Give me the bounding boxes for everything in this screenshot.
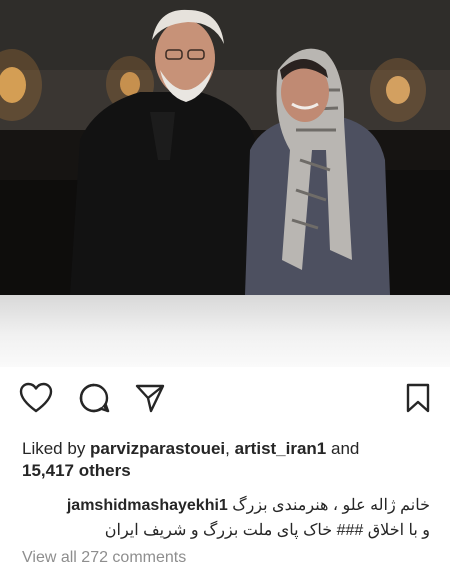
liker-link-2[interactable]: artist_iran1 (235, 439, 327, 458)
like-button[interactable] (18, 382, 54, 418)
comment-icon (78, 382, 110, 419)
bookmark-icon (405, 382, 431, 419)
save-button[interactable] (400, 382, 436, 418)
caption-line-2: و با اخلاق ### خاک پای ملت بزرگ و شریف ا… (104, 522, 430, 539)
post-action-bar (0, 382, 450, 422)
caption-author-link[interactable]: jamshidmashayekhi1 (67, 497, 228, 514)
caption-line-1: خانم ژاله علو ، هنرمندی بزرگ jamshidmash… (22, 493, 430, 518)
share-button[interactable] (132, 382, 168, 418)
share-icon (134, 382, 166, 419)
post-caption: خانم ژاله علو ، هنرمندی بزرگ jamshidmash… (22, 493, 430, 543)
post-photo[interactable] (0, 0, 450, 295)
likes-and: and (326, 439, 360, 458)
likes-others-link[interactable]: 15,417 others (22, 461, 131, 480)
likes-count: 15,417 (22, 461, 74, 480)
photo-bottom-band (0, 295, 450, 367)
liker-link-1[interactable]: parvizparastouei (90, 439, 225, 458)
heart-icon (19, 382, 53, 419)
likes-separator: , (225, 439, 235, 458)
comment-button[interactable] (76, 382, 112, 418)
view-all-comments-link[interactable]: View all 272 comments (22, 548, 322, 568)
likes-summary: Liked by parvizparastouei, artist_iran1 … (22, 438, 432, 482)
photo-of-two-people (0, 0, 450, 295)
likes-prefix: Liked by (22, 439, 91, 458)
caption-text-1: خانم ژاله علو ، هنرمندی بزرگ (232, 497, 430, 514)
likes-others-label: others (74, 461, 131, 480)
